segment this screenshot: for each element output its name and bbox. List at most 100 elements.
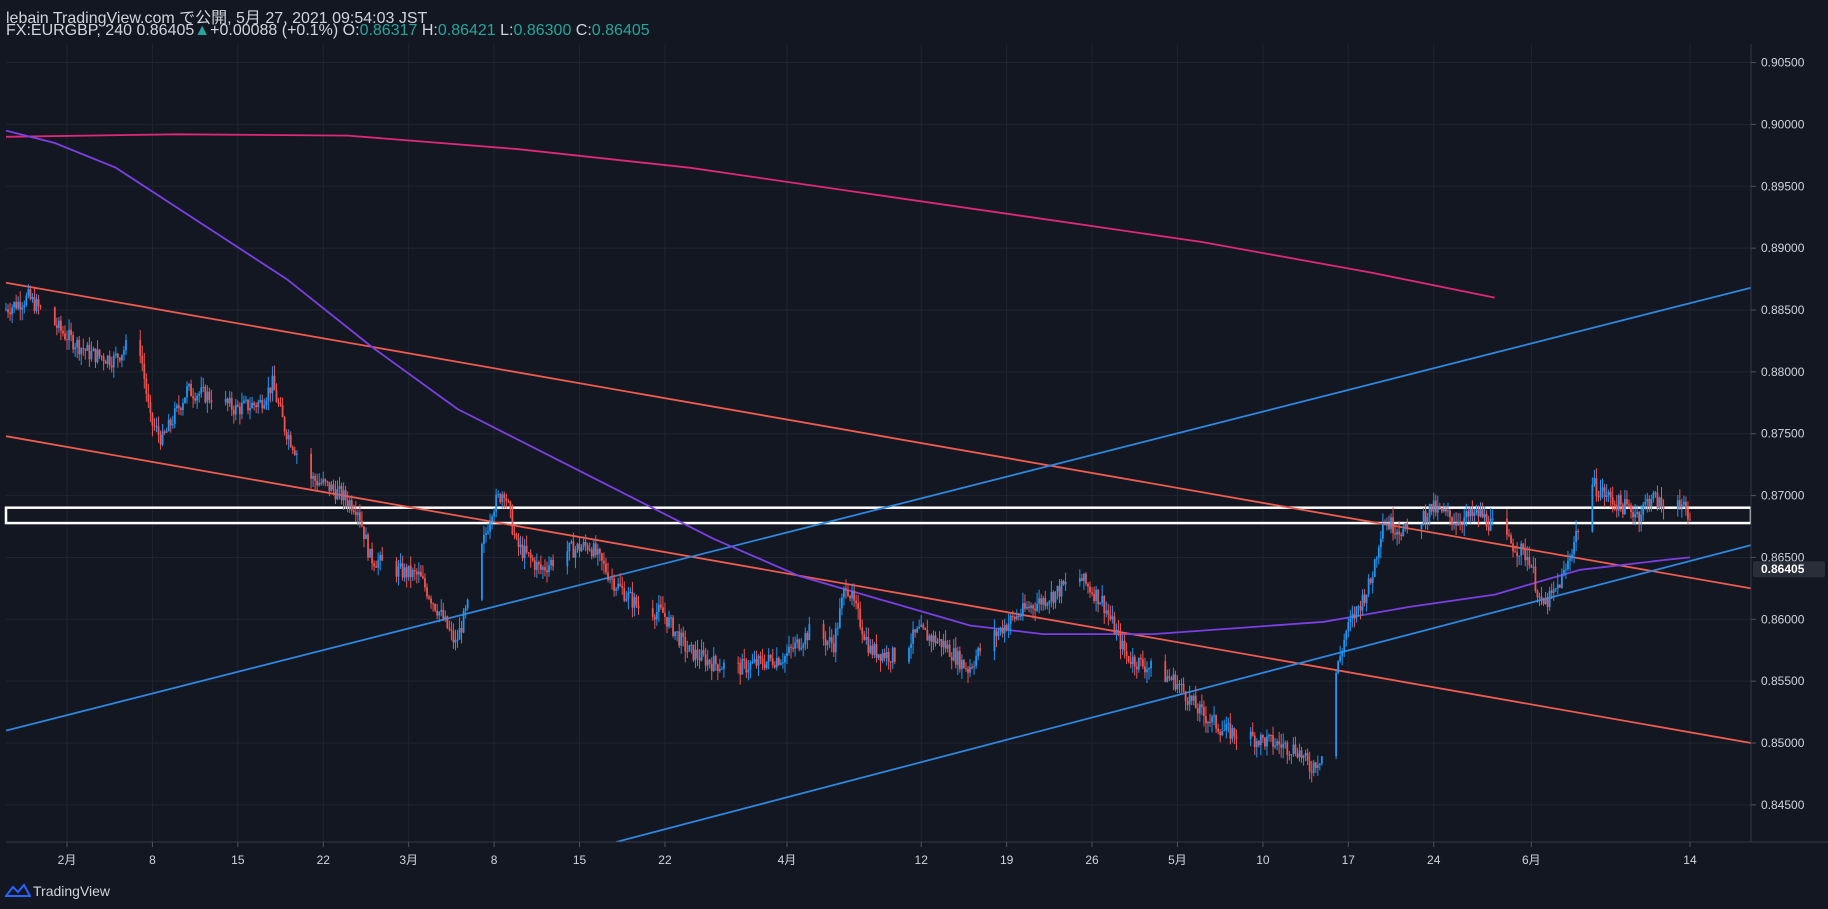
- candle-body: [108, 355, 111, 366]
- candle-body: [318, 482, 321, 486]
- candle-body: [1687, 509, 1689, 520]
- candle-body: [1341, 651, 1344, 657]
- candle-body: [1652, 492, 1655, 500]
- candle-body: [1268, 735, 1270, 737]
- candle-body: [613, 578, 616, 591]
- candle-body: [397, 566, 400, 577]
- candle-body: [702, 650, 705, 655]
- footer-brand[interactable]: TradingView: [33, 883, 110, 899]
- candle-body: [1573, 541, 1575, 555]
- candle-body: [954, 648, 957, 665]
- candle-body: [926, 629, 929, 641]
- candle-body: [1595, 478, 1598, 497]
- candle-body: [1660, 497, 1663, 506]
- candle-body: [186, 386, 188, 398]
- candle-body: [1381, 524, 1384, 539]
- candle-body: [542, 567, 544, 570]
- candle-body: [767, 654, 770, 662]
- candle-body: [1087, 583, 1089, 587]
- candle-body: [426, 587, 428, 597]
- candle-body: [1099, 602, 1102, 605]
- candle-body: [973, 666, 975, 668]
- candle-body: [682, 632, 685, 637]
- candle-body: [1300, 750, 1303, 759]
- candle-body: [1463, 517, 1466, 526]
- candle-body: [1019, 614, 1022, 617]
- candle-body: [1286, 742, 1289, 755]
- candle-body: [1601, 487, 1604, 491]
- candle-body: [1367, 578, 1370, 595]
- candle-body: [466, 599, 469, 609]
- candle-body: [1046, 603, 1049, 606]
- candle-body: [324, 479, 327, 482]
- candle-body: [80, 348, 83, 355]
- candle-body: [621, 585, 624, 589]
- candle-body: [401, 563, 404, 578]
- candle-body: [664, 612, 666, 617]
- candle-body: [121, 354, 123, 361]
- candle-body: [15, 302, 18, 309]
- candle-body: [1034, 608, 1037, 611]
- candle-body: [1550, 590, 1553, 593]
- candle-body: [62, 330, 64, 334]
- candle-body: [1445, 509, 1447, 512]
- candle-body: [1255, 741, 1258, 748]
- candle-body: [159, 434, 162, 445]
- candle-body: [908, 648, 910, 662]
- candle-body: [1432, 500, 1435, 512]
- candle-body: [1117, 629, 1120, 632]
- candle-body: [367, 534, 369, 558]
- candle-body: [1209, 721, 1211, 723]
- candle-body: [580, 547, 583, 552]
- candle-body: [566, 551, 569, 567]
- candle-body: [314, 476, 317, 481]
- candle-body: [749, 662, 752, 670]
- candle-body: [5, 309, 7, 311]
- candle-body: [804, 632, 807, 645]
- candle-body: [1056, 586, 1059, 592]
- candle-body: [847, 590, 849, 596]
- time-tick-label: 26: [1085, 853, 1099, 867]
- candle-body: [1676, 500, 1679, 509]
- candle-body: [326, 481, 329, 483]
- candle-body: [1231, 728, 1234, 739]
- candle-body: [1139, 657, 1142, 660]
- candle-body: [611, 578, 613, 580]
- candle-body: [655, 611, 658, 620]
- candle-body: [454, 639, 457, 643]
- tradingview-logo-icon[interactable]: [5, 882, 31, 898]
- candle-body: [712, 656, 715, 672]
- candle-body: [1109, 614, 1112, 620]
- candle-body: [1264, 737, 1266, 747]
- candle-body: [601, 553, 603, 561]
- candle-body: [287, 435, 290, 440]
- time-tick-label: 10: [1256, 853, 1270, 867]
- candle-body: [281, 405, 284, 418]
- candle-body: [1575, 530, 1577, 542]
- candle-body: [910, 643, 912, 649]
- candle-body: [720, 668, 723, 670]
- candle-body: [861, 627, 864, 635]
- candle-body: [1349, 618, 1352, 623]
- candle-body: [96, 349, 99, 363]
- candle-body: [167, 419, 170, 432]
- candle-body: [958, 651, 961, 670]
- candle-body: [1453, 523, 1455, 525]
- price-tick-label: 0.85500: [1761, 674, 1805, 688]
- candle-body: [1656, 492, 1659, 508]
- candle-body: [1422, 511, 1425, 524]
- candle-body: [196, 395, 199, 401]
- candle-body: [1510, 535, 1512, 544]
- candle-body: [1174, 674, 1177, 690]
- candle-body: [1028, 606, 1030, 608]
- candle-body: [1400, 534, 1403, 536]
- candle-body: [1312, 762, 1315, 773]
- candle-body: [234, 404, 237, 415]
- price-chart[interactable]: 0.845000.850000.855000.860000.865000.870…: [0, 0, 1828, 878]
- candle-body: [462, 610, 465, 633]
- candle-body: [143, 363, 146, 379]
- candle-body: [1359, 606, 1362, 611]
- candle-body: [596, 548, 599, 555]
- candle-body: [57, 320, 60, 329]
- candle-body: [834, 628, 837, 653]
